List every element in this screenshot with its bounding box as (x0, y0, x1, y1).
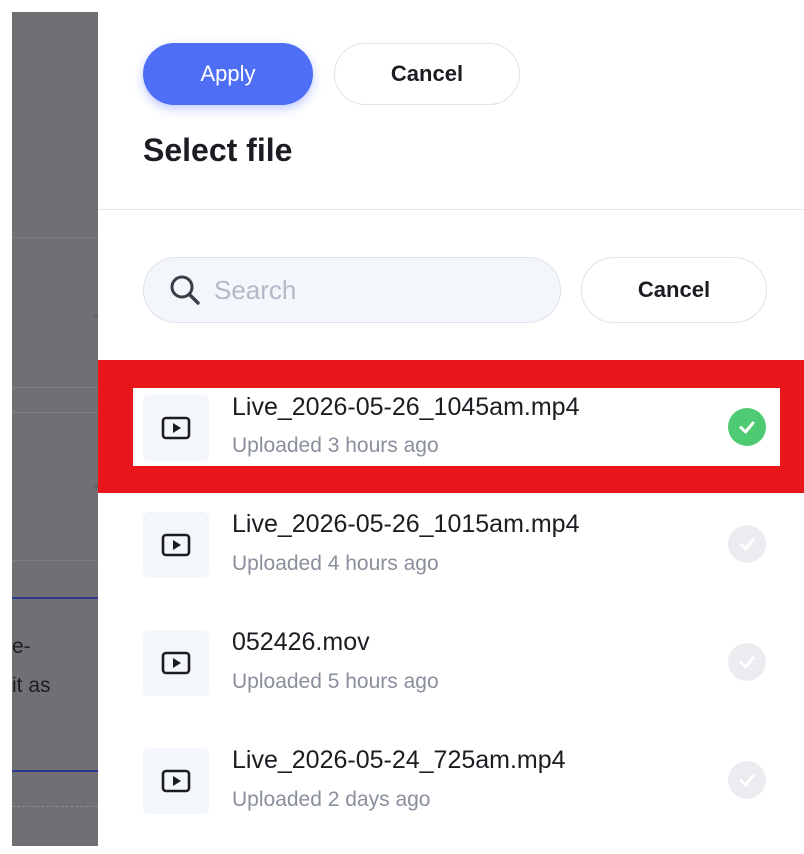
file-thumbnail (143, 748, 209, 814)
search-icon (170, 275, 200, 305)
file-thumbnail (143, 395, 209, 461)
file-name: Live_2026-05-26_1015am.mp4 (232, 510, 580, 538)
cancel-button[interactable]: Cancel (334, 43, 520, 105)
apply-button[interactable]: Apply (143, 43, 313, 105)
video-file-icon (161, 651, 191, 675)
video-file-icon (161, 533, 191, 557)
bg-divider (12, 387, 98, 388)
select-file-panel: Apply Cancel Select file Cancel Live_202… (98, 0, 804, 846)
file-row-selected[interactable]: Live_2026-05-26_1045am.mp4 Uploaded 3 ho… (98, 360, 804, 493)
bg-blue-rule (12, 597, 98, 599)
file-upload-time: Uploaded 5 hours ago (232, 670, 439, 693)
file-name: Live_2026-05-24_725am.mp4 (232, 746, 566, 774)
file-thumbnail (143, 512, 209, 578)
file-upload-time: Uploaded 2 days ago (232, 788, 431, 811)
unselected-check-icon[interactable] (728, 643, 766, 681)
bg-dashed-rule (12, 806, 98, 807)
file-row[interactable]: Live_2026-05-24_725am.mp4 Uploaded 2 day… (98, 736, 804, 854)
file-upload-time: Uploaded 3 hours ago (232, 434, 439, 457)
file-name: 052426.mov (232, 628, 370, 656)
bg-chevron-up-icon: ⌃ (90, 482, 98, 498)
bg-text-fragment: e- (12, 635, 31, 658)
file-upload-time: Uploaded 4 hours ago (232, 552, 439, 575)
bg-divider (12, 237, 98, 238)
bg-divider (12, 412, 98, 413)
video-file-icon (161, 416, 191, 440)
bg-chevron-down-icon: ⌄ (90, 304, 98, 320)
bg-text-fragment: it as (12, 674, 51, 697)
file-name: Live_2026-05-26_1045am.mp4 (232, 393, 580, 421)
search-input[interactable] (212, 273, 536, 307)
unselected-check-icon[interactable] (728, 525, 766, 563)
selected-check-icon[interactable] (728, 408, 766, 446)
video-file-icon (161, 769, 191, 793)
left-margin (0, 0, 12, 846)
unselected-check-icon[interactable] (728, 761, 766, 799)
file-row[interactable]: Live_2026-05-26_1015am.mp4 Uploaded 4 ho… (98, 500, 804, 618)
background-app-overlay: ⌄ ⌃ e- it as (12, 12, 98, 846)
header-divider (98, 209, 804, 210)
bg-divider (12, 560, 98, 561)
file-thumbnail (143, 630, 209, 696)
bg-blue-rule (12, 770, 98, 772)
panel-title: Select file (143, 132, 293, 168)
file-row[interactable]: 052426.mov Uploaded 5 hours ago (98, 618, 804, 736)
search-cancel-button[interactable]: Cancel (581, 257, 767, 323)
search-box[interactable] (143, 257, 561, 323)
